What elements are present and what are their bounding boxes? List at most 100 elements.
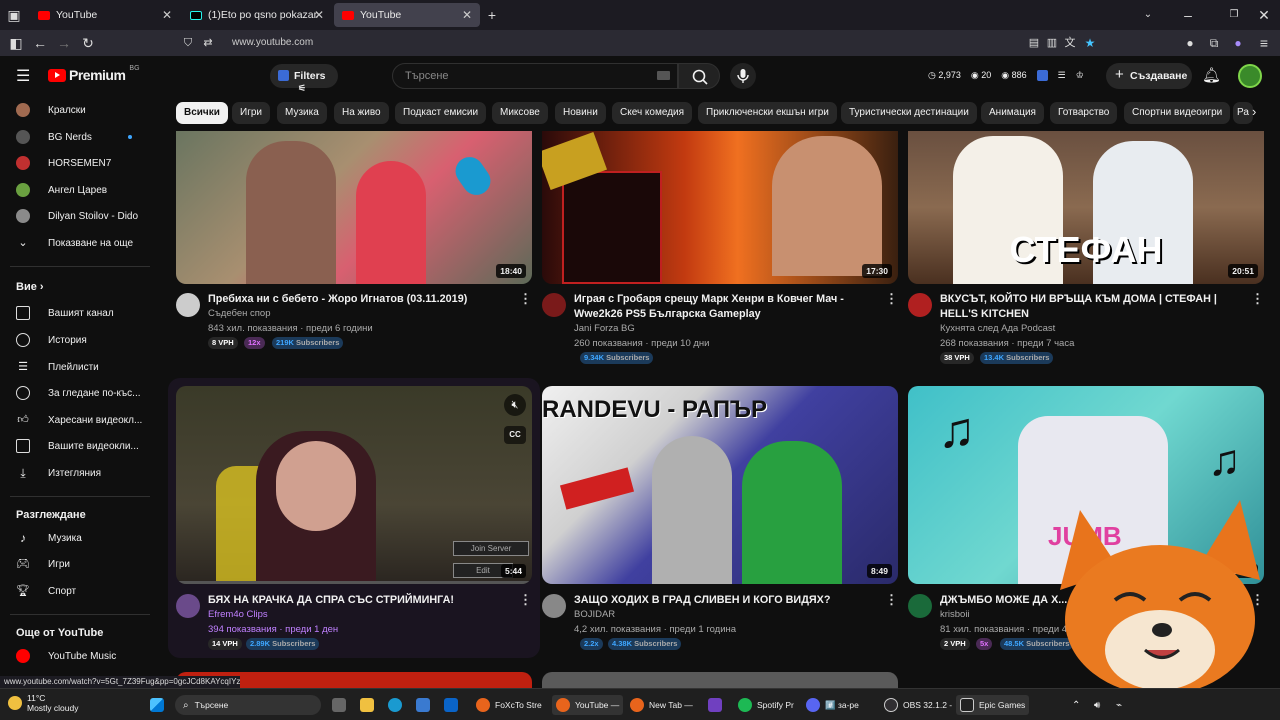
close-tab-icon[interactable]: ✕ — [162, 8, 172, 22]
video-thumbnail-partial[interactable] — [542, 672, 898, 688]
sidebar-item-youtube-music[interactable]: YouTube Music — [16, 646, 116, 666]
notifications-bell-icon[interactable]: 🔔︎ — [1202, 66, 1221, 84]
close-window-icon[interactable]: ✕ — [1256, 7, 1272, 23]
minimize-icon[interactable]: – — [1180, 7, 1196, 23]
chip-travel[interactable]: Туристически дестинации — [841, 102, 977, 124]
you-heading[interactable]: Вие › — [16, 281, 44, 293]
trophy-icon[interactable]: ♔ — [1076, 70, 1084, 81]
tray-chevron-up-icon[interactable]: ⌃ — [1072, 695, 1080, 715]
chip-animation[interactable]: Анимация — [981, 102, 1044, 124]
sidebar-show-more[interactable]: ⌄ Показване на още — [16, 233, 133, 253]
channel-name[interactable]: Кухнята след Ада Podcast — [940, 323, 1055, 334]
browser-tab-3-active[interactable]: YouTube ✕ — [334, 3, 480, 27]
video-title[interactable]: Пребиха ни с бебето - Жоро Игнатов (03.1… — [208, 292, 508, 307]
translate-icon[interactable]: 文 — [1062, 35, 1078, 51]
more-options-icon[interactable]: ⋮ — [885, 291, 898, 307]
sidebar-item-your-channel[interactable]: Вашият канал — [16, 303, 114, 323]
task-view-button[interactable] — [332, 695, 351, 715]
picture-icon[interactable]: ▤ — [1026, 35, 1042, 51]
chip-action-adventure[interactable]: Приключенски екшън игри — [698, 102, 837, 124]
chip-live[interactable]: На живо — [334, 102, 389, 124]
chevron-right-icon[interactable]: › — [1252, 104, 1256, 119]
sidebar-item-downloads[interactable]: ⤓ Изтегляния — [16, 463, 101, 483]
maximize-icon[interactable]: ❐ — [1226, 7, 1242, 23]
filters-button[interactable]: Filters ⚟ — [270, 64, 338, 93]
sidebar-sub-bg-nerds[interactable]: BG Nerds — [16, 127, 132, 147]
outlook-button[interactable] — [444, 695, 463, 715]
hamburger-menu-icon[interactable]: ☰ — [16, 66, 30, 86]
sidebar-sub-angel-tsarev[interactable]: Ангел Царев — [16, 180, 107, 200]
edge-button[interactable] — [388, 695, 407, 715]
forward-icon[interactable]: → — [56, 35, 72, 51]
reload-icon[interactable]: ↻ — [80, 35, 96, 51]
search-button[interactable] — [678, 63, 720, 89]
chip-news[interactable]: Новини — [555, 102, 606, 124]
taskbar-app-vtuber[interactable] — [708, 695, 727, 715]
video-title[interactable]: ЗАЩО ХОДИХ В ГРАД СЛИВЕН И КОГО ВИДЯХ? — [574, 593, 874, 608]
keyboard-icon[interactable] — [657, 71, 670, 80]
sidebar-sub-horsemen7[interactable]: HORSEMEN7 — [16, 153, 111, 173]
chip-sketch-comedy[interactable]: Скеч комедия — [612, 102, 693, 124]
taskbar-app-firefox-1[interactable]: FoXcTo Stre — [476, 695, 542, 715]
channel-avatar[interactable] — [542, 594, 566, 618]
channel-avatar[interactable] — [176, 293, 200, 317]
more-options-icon[interactable]: ⋮ — [519, 592, 532, 608]
video-card[interactable]: СТЕФАН 20:51 ВКУСЪТ, КОЙТО НИ ВРЪЩА КЪМ … — [908, 131, 1264, 364]
video-title[interactable]: ВКУСЪТ, КОЙТО НИ ВРЪЩА КЪМ ДОМА | СТЕФАН… — [940, 292, 1240, 322]
more-options-icon[interactable]: ⋮ — [1251, 291, 1264, 307]
close-tab-icon[interactable]: ✕ — [314, 8, 324, 22]
browser-tab-1[interactable]: YouTube ✕ — [30, 3, 180, 27]
youtube-premium-logo[interactable]: Premium BG — [48, 65, 140, 83]
sidebar-item-playlists[interactable]: ☰ Плейлисти — [16, 357, 99, 377]
channel-avatar[interactable] — [908, 293, 932, 317]
sidebar-toggle-icon[interactable]: ◧ — [8, 35, 24, 51]
channel-avatar[interactable] — [908, 594, 932, 618]
video-card[interactable]: 17:30 Играя с Гробаря срещу Марк Хенри в… — [542, 131, 898, 364]
taskbar-app-firefox-2[interactable]: YouTube — — [552, 695, 624, 715]
permissions-icon[interactable]: ⇄ — [200, 35, 216, 51]
sidebar-item-history[interactable]: История — [16, 330, 87, 350]
extension-icon[interactable]: ● — [1182, 35, 1198, 51]
profile-icon[interactable]: ● — [1230, 35, 1246, 51]
channel-name[interactable]: Jani Forza BG — [574, 323, 635, 334]
chip-music[interactable]: Музика — [277, 102, 327, 124]
chip-cooking[interactable]: Готварство — [1050, 102, 1118, 124]
channel-avatar[interactable] — [176, 594, 200, 618]
mute-icon[interactable]: 🔇︎ — [504, 394, 526, 416]
taskbar-search[interactable]: ⌕ Търсене — [175, 695, 321, 715]
chip-sports-games[interactable]: Спортни видеоигри — [1124, 102, 1231, 124]
search-input[interactable]: Търсене — [392, 63, 678, 89]
taskbar-app-discord[interactable]: #️⃣ за-ре — [806, 695, 859, 715]
captions-icon[interactable]: CC — [504, 426, 526, 444]
video-card[interactable]: 18:40 Пребиха ни с бебето - Жоро Игнатов… — [176, 131, 532, 361]
taskbar-app-epic[interactable]: Epic Games — [956, 695, 1030, 715]
video-preview-player[interactable]: Join Server Edit 🔇︎ CC 5:44 — [176, 386, 532, 584]
sidebar-sub-dilyan[interactable]: Dilyan Stoilov - Dido — [16, 206, 138, 226]
chevron-down-icon[interactable]: ⌄ — [1140, 7, 1156, 23]
extensions-puzzle-icon[interactable]: ⧉ — [1206, 35, 1222, 51]
chip-truncated[interactable]: Ра — [1233, 102, 1253, 124]
close-tab-icon[interactable]: ✕ — [462, 8, 472, 22]
bookmark-star-icon[interactable]: ★ — [1082, 35, 1098, 51]
list-icon[interactable]: ☰ — [1058, 70, 1066, 81]
tab-list-icon[interactable]: ▣ — [6, 7, 22, 23]
weather-widget[interactable]: 11°C Mostly cloudy — [8, 693, 79, 713]
taskbar-app-obs[interactable]: OBS 32.1.2 - — [884, 695, 952, 715]
channel-name[interactable]: krisboii — [940, 609, 970, 620]
video-card-hovered[interactable]: Join Server Edit 🔇︎ CC 5:44 БЯХ НА КРАЧК… — [168, 378, 540, 658]
sidebar-item-games[interactable]: 🎮︎ Игри — [16, 554, 70, 574]
start-button[interactable] — [150, 695, 169, 715]
voice-search-button[interactable] — [730, 63, 756, 89]
chip-podcasts[interactable]: Подкаст емисии — [395, 102, 487, 124]
sidebar-sub-kralski[interactable]: Кралски — [16, 100, 86, 120]
extension-icon[interactable] — [1036, 70, 1048, 81]
menu-icon[interactable]: ≡ — [1256, 35, 1272, 51]
file-explorer-button[interactable] — [360, 695, 379, 715]
video-title[interactable]: Играя с Гробаря срещу Марк Хенри в Ковче… — [574, 292, 874, 322]
video-card[interactable]: RANDEVU - РАПЪР 8:49 ЗАЩО ХОДИХ В ГРАД С… — [542, 386, 898, 656]
create-button[interactable]: + Създаване — [1106, 63, 1192, 89]
video-title[interactable]: БЯХ НА КРАЧКА ДА СПРА СЪС СТРИЙМИНГА! — [208, 593, 508, 608]
video-thumbnail[interactable]: RANDEVU - РАПЪР 8:49 — [542, 386, 898, 584]
more-options-icon[interactable]: ⋮ — [885, 592, 898, 608]
back-icon[interactable]: ← — [32, 35, 48, 51]
